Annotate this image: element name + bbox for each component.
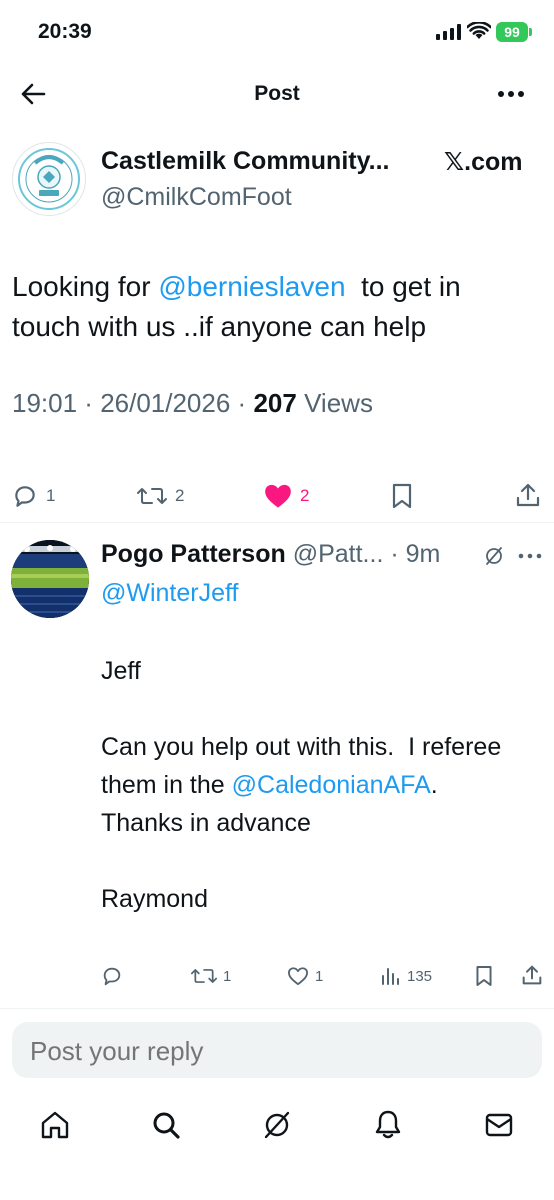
share-button[interactable] — [516, 482, 540, 508]
page-title: Post — [254, 82, 300, 105]
reply-author-name[interactable]: Pogo Patterson — [101, 540, 286, 568]
reply-icon — [15, 486, 35, 507]
post-time: 19:01 — [12, 388, 78, 418]
mention-link[interactable]: @bernieslaven — [158, 271, 345, 302]
replying-to-mention[interactable]: @WinterJeff — [101, 579, 238, 608]
nav-grok[interactable] — [262, 1110, 292, 1140]
grok-icon — [264, 1111, 290, 1139]
grok-icon[interactable] — [484, 546, 504, 566]
reply-bookmark-button[interactable] — [475, 965, 493, 987]
nav-notifications[interactable] — [373, 1109, 403, 1141]
bottom-nav — [0, 1090, 554, 1200]
reply-icon — [103, 967, 121, 986]
nav-home[interactable] — [40, 1110, 70, 1140]
signal-icon — [436, 24, 462, 40]
divider — [0, 1008, 554, 1009]
battery-cap — [529, 28, 532, 36]
analytics-icon — [382, 968, 399, 985]
reply-mention-link[interactable]: @CaledonianAFA — [232, 771, 431, 799]
reply-author-handle[interactable]: @Patt... — [293, 540, 384, 568]
battery-icon: 99 — [496, 22, 528, 42]
nav-messages[interactable] — [484, 1111, 514, 1139]
views-label: Views — [304, 388, 373, 418]
reply-repost-count: 1 — [223, 967, 232, 985]
post-source: 𝕏.com — [444, 148, 523, 176]
like-count: 2 — [300, 486, 310, 505]
post-meta: 19:01 · 26/01/2026 · 207 Views — [12, 388, 373, 418]
reply-like-button[interactable]: 1 — [287, 966, 323, 986]
more-horizontal-icon — [518, 553, 542, 559]
battery-level: 99 — [504, 24, 520, 40]
post-text: Looking for @bernieslaven to get in touc… — [12, 267, 532, 347]
post-date: 26/01/2026 — [100, 388, 231, 418]
more-horizontal-icon — [498, 91, 524, 97]
bookmark-icon — [476, 966, 492, 986]
reply-line-1: Jeff — [101, 657, 141, 685]
reply-like-count: 1 — [315, 967, 324, 985]
reply-author-avatar[interactable] — [11, 540, 89, 618]
repost-button[interactable]: 2 — [137, 483, 184, 509]
reply-views-button[interactable]: 135 — [381, 966, 432, 986]
reply-input[interactable] — [28, 1022, 532, 1080]
bookmark-icon — [392, 483, 412, 509]
wifi-icon — [467, 22, 491, 40]
home-icon — [41, 1111, 69, 1139]
reply-body: Jeff Can you help out with this. I refer… — [101, 652, 511, 918]
more-options-button[interactable] — [497, 90, 525, 98]
bell-icon — [375, 1110, 401, 1139]
bookmark-button[interactable] — [391, 483, 413, 509]
status-bar: 20:39 99 — [0, 0, 554, 66]
reply-views-count: 135 — [407, 967, 433, 985]
reply-reply-button[interactable] — [101, 965, 129, 987]
repost-count: 2 — [175, 486, 185, 505]
reply-age: 9m — [405, 540, 441, 568]
heart-filled-icon — [265, 484, 291, 508]
reply-button[interactable]: 1 — [12, 483, 55, 509]
reply-more-button[interactable] — [518, 553, 542, 559]
reply-repost-button[interactable]: 1 — [191, 965, 231, 987]
stadium-photo-avatar — [11, 540, 89, 618]
author-handle[interactable]: @CmilkComFoot — [101, 183, 292, 212]
views-count: 207 — [253, 388, 297, 418]
author-avatar[interactable] — [12, 142, 86, 216]
repost-icon — [191, 969, 217, 983]
author-name[interactable]: Castlemilk Community... — [101, 147, 390, 176]
divider — [0, 522, 554, 523]
share-icon — [522, 965, 542, 985]
share-icon — [516, 483, 540, 507]
like-button[interactable]: 2 — [264, 483, 309, 509]
reply-composer[interactable] — [12, 1022, 542, 1080]
repost-icon — [137, 488, 167, 504]
post-text-prefix: Looking for — [12, 271, 159, 302]
reply-line-3: Raymond — [101, 885, 208, 913]
heart-outline-icon — [287, 967, 308, 986]
reply-share-button[interactable] — [522, 964, 542, 986]
mail-icon — [485, 1113, 513, 1137]
status-time: 20:39 — [38, 20, 92, 43]
club-crest-logo — [18, 148, 80, 210]
nav-search[interactable] — [151, 1110, 181, 1140]
reply-paragraph-2: Can you help out with this. I referee th… — [101, 728, 511, 842]
search-icon — [153, 1112, 180, 1139]
reply-count: 1 — [46, 486, 56, 505]
reply-header: Pogo Patterson @Patt... · 9m — [101, 540, 441, 568]
